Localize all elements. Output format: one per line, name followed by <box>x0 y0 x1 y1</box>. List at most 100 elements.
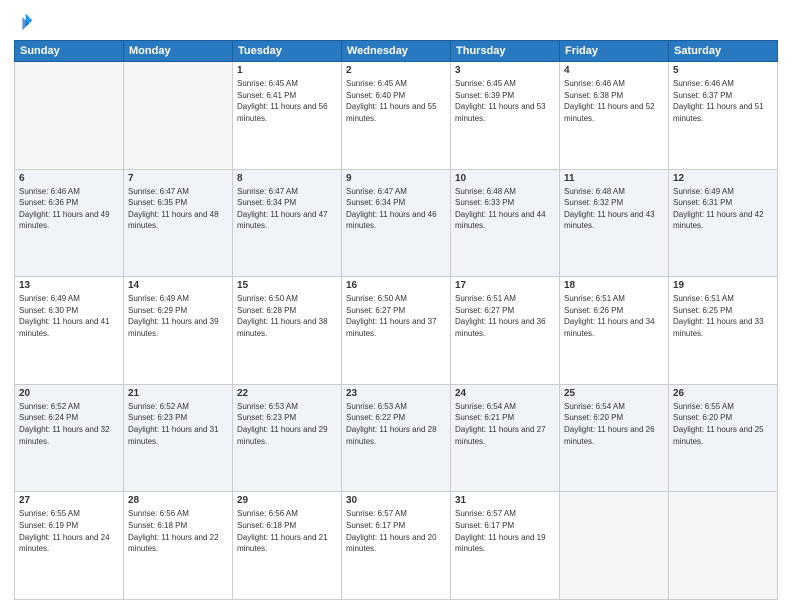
calendar-cell: 4 Sunrise: 6:46 AMSunset: 6:38 PMDaylight… <box>560 62 669 170</box>
calendar-cell: 26 Sunrise: 6:55 AMSunset: 6:20 PMDayligh… <box>669 384 778 492</box>
calendar-cell: 6Sunrise: 6:46 AMSunset: 6:36 PMDaylight… <box>15 169 124 277</box>
day-info: Sunrise: 6:51 AMSunset: 6:25 PMDaylight:… <box>673 293 773 339</box>
calendar-cell: 27Sunrise: 6:55 AMSunset: 6:19 PMDayligh… <box>15 492 124 600</box>
week-row-5: 27Sunrise: 6:55 AMSunset: 6:19 PMDayligh… <box>15 492 778 600</box>
day-info: Sunrise: 6:51 AMSunset: 6:27 PMDaylight:… <box>455 293 555 339</box>
day-number: 26 <box>673 388 773 399</box>
day-info: Sunrise: 6:50 AMSunset: 6:28 PMDaylight:… <box>237 293 337 339</box>
day-info: Sunrise: 6:47 AMSunset: 6:35 PMDaylight:… <box>128 186 228 232</box>
day-info: Sunrise: 6:56 AMSunset: 6:18 PMDaylight:… <box>128 508 228 554</box>
day-info: Sunrise: 6:48 AMSunset: 6:32 PMDaylight:… <box>564 186 664 232</box>
day-info: Sunrise: 6:45 AMSunset: 6:39 PMDaylight:… <box>455 78 555 124</box>
day-number: 2 <box>346 65 446 76</box>
weekday-header-thursday: Thursday <box>451 41 560 62</box>
weekday-header-wednesday: Wednesday <box>342 41 451 62</box>
week-row-1: 1Sunrise: 6:45 AMSunset: 6:41 PMDaylight… <box>15 62 778 170</box>
calendar-cell: 29Sunrise: 6:56 AMSunset: 6:18 PMDayligh… <box>233 492 342 600</box>
header <box>14 12 778 32</box>
calendar-cell: 19 Sunrise: 6:51 AMSunset: 6:25 PMDayligh… <box>669 277 778 385</box>
calendar-cell: 24 Sunrise: 6:54 AMSunset: 6:21 PMDayligh… <box>451 384 560 492</box>
calendar-cell: 15 Sunrise: 6:50 AMSunset: 6:28 PMDayligh… <box>233 277 342 385</box>
day-info: Sunrise: 6:49 AMSunset: 6:30 PMDaylight:… <box>19 293 119 339</box>
day-info: Sunrise: 6:50 AMSunset: 6:27 PMDaylight:… <box>346 293 446 339</box>
calendar-cell: 22Sunrise: 6:53 AMSunset: 6:23 PMDayligh… <box>233 384 342 492</box>
weekday-header-monday: Monday <box>124 41 233 62</box>
calendar-cell: 1Sunrise: 6:45 AMSunset: 6:41 PMDaylight… <box>233 62 342 170</box>
day-number: 14 <box>128 280 228 291</box>
weekday-header-tuesday: Tuesday <box>233 41 342 62</box>
day-info: Sunrise: 6:46 AMSunset: 6:38 PMDaylight:… <box>564 78 664 124</box>
calendar-cell: 2 Sunrise: 6:45 AMSunset: 6:40 PMDaylight… <box>342 62 451 170</box>
day-info: Sunrise: 6:52 AMSunset: 6:24 PMDaylight:… <box>19 401 119 447</box>
calendar-cell: 11Sunrise: 6:48 AMSunset: 6:32 PMDayligh… <box>560 169 669 277</box>
day-number: 15 <box>237 280 337 291</box>
calendar-cell: 13 Sunrise: 6:49 AMSunset: 6:30 PMDayligh… <box>15 277 124 385</box>
day-info: Sunrise: 6:51 AMSunset: 6:26 PMDaylight:… <box>564 293 664 339</box>
calendar-cell: 5 Sunrise: 6:46 AMSunset: 6:37 PMDaylight… <box>669 62 778 170</box>
day-info: Sunrise: 6:52 AMSunset: 6:23 PMDaylight:… <box>128 401 228 447</box>
day-info: Sunrise: 6:53 AMSunset: 6:22 PMDaylight:… <box>346 401 446 447</box>
calendar-cell: 31 Sunrise: 6:57 AMSunset: 6:17 PMDayligh… <box>451 492 560 600</box>
day-number: 8 <box>237 173 337 184</box>
day-info: Sunrise: 6:45 AMSunset: 6:40 PMDaylight:… <box>346 78 446 124</box>
day-info: Sunrise: 6:48 AMSunset: 6:33 PMDaylight:… <box>455 186 555 232</box>
day-info: Sunrise: 6:57 AMSunset: 6:17 PMDaylight:… <box>455 508 555 554</box>
day-number: 28 <box>128 495 228 506</box>
day-info: Sunrise: 6:54 AMSunset: 6:21 PMDaylight:… <box>455 401 555 447</box>
calendar-cell <box>15 62 124 170</box>
weekday-header-row: SundayMondayTuesdayWednesdayThursdayFrid… <box>15 41 778 62</box>
day-number: 10 <box>455 173 555 184</box>
day-info: Sunrise: 6:57 AMSunset: 6:17 PMDaylight:… <box>346 508 446 554</box>
calendar-cell: 17Sunrise: 6:51 AMSunset: 6:27 PMDayligh… <box>451 277 560 385</box>
day-number: 31 <box>455 495 555 506</box>
calendar-cell: 16 Sunrise: 6:50 AMSunset: 6:27 PMDayligh… <box>342 277 451 385</box>
day-info: Sunrise: 6:55 AMSunset: 6:20 PMDaylight:… <box>673 401 773 447</box>
week-row-4: 20 Sunrise: 6:52 AMSunset: 6:24 PMDayligh… <box>15 384 778 492</box>
day-info: Sunrise: 6:56 AMSunset: 6:18 PMDaylight:… <box>237 508 337 554</box>
calendar-cell: 28 Sunrise: 6:56 AMSunset: 6:18 PMDayligh… <box>124 492 233 600</box>
day-info: Sunrise: 6:54 AMSunset: 6:20 PMDaylight:… <box>564 401 664 447</box>
day-number: 9 <box>346 173 446 184</box>
day-number: 5 <box>673 65 773 76</box>
day-info: Sunrise: 6:49 AMSunset: 6:29 PMDaylight:… <box>128 293 228 339</box>
day-number: 21 <box>128 388 228 399</box>
day-info: Sunrise: 6:46 AMSunset: 6:37 PMDaylight:… <box>673 78 773 124</box>
logo-icon <box>14 12 34 32</box>
week-row-3: 13 Sunrise: 6:49 AMSunset: 6:30 PMDayligh… <box>15 277 778 385</box>
day-number: 12 <box>673 173 773 184</box>
calendar-cell: 18 Sunrise: 6:51 AMSunset: 6:26 PMDayligh… <box>560 277 669 385</box>
calendar-table: SundayMondayTuesdayWednesdayThursdayFrid… <box>14 40 778 600</box>
weekday-header-saturday: Saturday <box>669 41 778 62</box>
day-number: 20 <box>19 388 119 399</box>
day-info: Sunrise: 6:47 AMSunset: 6:34 PMDaylight:… <box>237 186 337 232</box>
calendar-cell: 21 Sunrise: 6:52 AMSunset: 6:23 PMDayligh… <box>124 384 233 492</box>
day-info: Sunrise: 6:55 AMSunset: 6:19 PMDaylight:… <box>19 508 119 554</box>
day-info: Sunrise: 6:53 AMSunset: 6:23 PMDaylight:… <box>237 401 337 447</box>
calendar-cell: 30 Sunrise: 6:57 AMSunset: 6:17 PMDayligh… <box>342 492 451 600</box>
calendar-cell <box>560 492 669 600</box>
day-info: Sunrise: 6:47 AMSunset: 6:34 PMDaylight:… <box>346 186 446 232</box>
day-number: 25 <box>564 388 664 399</box>
day-number: 1 <box>237 65 337 76</box>
day-number: 19 <box>673 280 773 291</box>
day-number: 3 <box>455 65 555 76</box>
week-row-2: 6Sunrise: 6:46 AMSunset: 6:36 PMDaylight… <box>15 169 778 277</box>
calendar-cell: 9 Sunrise: 6:47 AMSunset: 6:34 PMDaylight… <box>342 169 451 277</box>
calendar-cell <box>669 492 778 600</box>
day-number: 30 <box>346 495 446 506</box>
day-number: 13 <box>19 280 119 291</box>
day-number: 16 <box>346 280 446 291</box>
weekday-header-friday: Friday <box>560 41 669 62</box>
weekday-header-sunday: Sunday <box>15 41 124 62</box>
logo <box>14 12 36 32</box>
calendar-cell: 14 Sunrise: 6:49 AMSunset: 6:29 PMDayligh… <box>124 277 233 385</box>
calendar-cell: 8 Sunrise: 6:47 AMSunset: 6:34 PMDaylight… <box>233 169 342 277</box>
day-info: Sunrise: 6:46 AMSunset: 6:36 PMDaylight:… <box>19 186 119 232</box>
day-number: 18 <box>564 280 664 291</box>
calendar-cell: 3 Sunrise: 6:45 AMSunset: 6:39 PMDaylight… <box>451 62 560 170</box>
day-number: 24 <box>455 388 555 399</box>
calendar-cell: 7Sunrise: 6:47 AMSunset: 6:35 PMDaylight… <box>124 169 233 277</box>
page: SundayMondayTuesdayWednesdayThursdayFrid… <box>0 0 792 612</box>
calendar-cell: 12Sunrise: 6:49 AMSunset: 6:31 PMDayligh… <box>669 169 778 277</box>
day-number: 4 <box>564 65 664 76</box>
